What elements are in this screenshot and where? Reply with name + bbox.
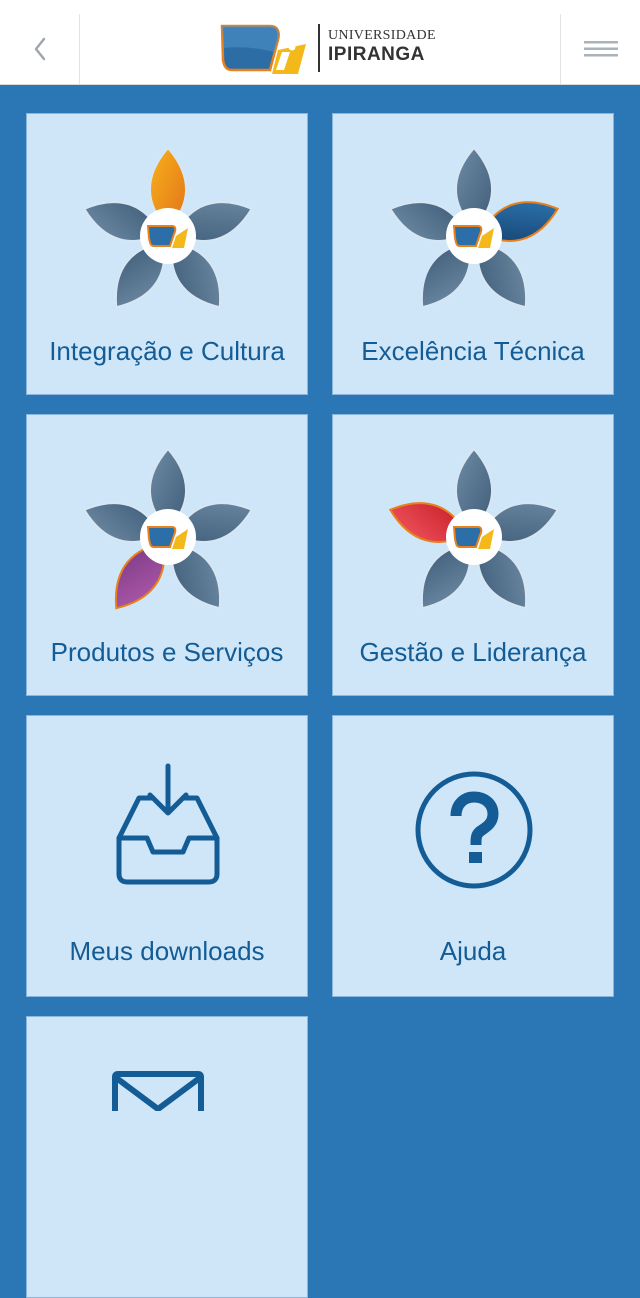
tile-excelencia-tecnica[interactable]: Excelência Técnica	[332, 113, 614, 395]
tile-label: Ajuda	[439, 936, 507, 966]
back-button[interactable]	[0, 14, 80, 84]
tile-integracao-cultura[interactable]: Integração e Cultura	[26, 113, 308, 395]
tile-label: Excelência Técnica	[361, 336, 585, 366]
tile-label: Integração e Cultura	[49, 336, 285, 366]
tile-label: Gestão e Liderança	[359, 637, 587, 667]
hamburger-menu-icon	[583, 41, 618, 57]
logo-divider	[318, 24, 320, 72]
help-question-icon	[415, 771, 533, 889]
menu-grid: Integração e Cultura Excelência Técnica	[0, 85, 640, 1298]
logo-text-top: UNIVERSIDADE	[328, 28, 436, 43]
tile-ajuda[interactable]: Ajuda	[332, 715, 614, 997]
menu-button[interactable]	[560, 14, 640, 84]
logo-text-bottom: IPIRANGA	[328, 44, 425, 65]
flower-orange-petal-icon	[77, 147, 259, 319]
flower-red-petal-icon	[383, 448, 565, 620]
app-header: UNIVERSIDADE IPIRANGA	[0, 0, 640, 85]
tile-mensagens[interactable]	[26, 1016, 308, 1298]
tile-label: Meus downloads	[69, 936, 265, 966]
tile-produtos-servicos[interactable]: Produtos e Serviços	[26, 414, 308, 696]
mail-envelope-icon	[112, 1071, 204, 1111]
flower-purple-petal-icon	[77, 448, 259, 620]
tile-gestao-lideranca[interactable]: Gestão e Liderança	[332, 414, 614, 696]
tile-meus-downloads[interactable]: Meus downloads	[26, 715, 308, 997]
chevron-left-icon	[34, 37, 45, 61]
logo-mark-icon	[220, 24, 306, 74]
flower-blue-petal-icon	[383, 147, 565, 319]
download-inbox-icon	[116, 763, 220, 885]
university-logo: UNIVERSIDADE IPIRANGA	[218, 22, 438, 76]
tile-label: Produtos e Serviços	[50, 637, 284, 667]
